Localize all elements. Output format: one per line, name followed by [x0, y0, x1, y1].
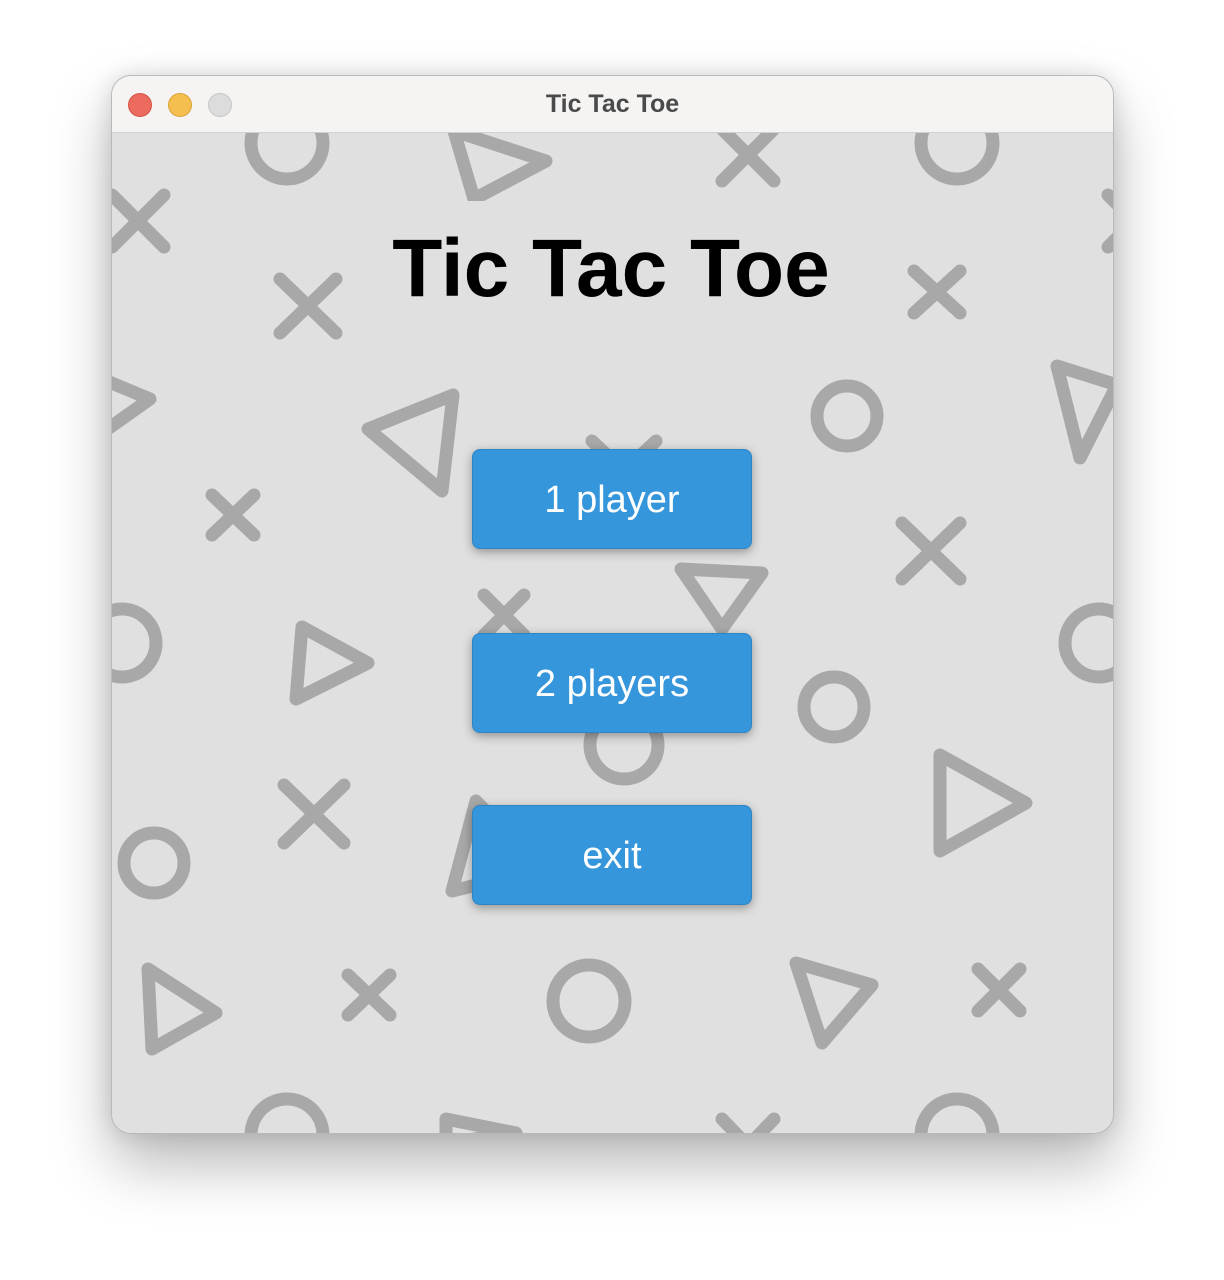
game-title: Tic Tac Toe [392, 223, 830, 314]
exit-button[interactable]: exit [472, 805, 752, 905]
main-menu: Tic Tac Toe 1 player 2 players exit [112, 133, 1113, 1133]
title-bar[interactable]: Tic Tac Toe [112, 76, 1113, 133]
window-title: Tic Tac Toe [545, 90, 680, 118]
two-players-button[interactable]: 2 players [472, 633, 752, 733]
one-player-button[interactable]: 1 player [472, 449, 752, 549]
app-window: Tic Tac Toe Tic Tac Toe 1 player 2 playe… [111, 75, 1114, 1134]
